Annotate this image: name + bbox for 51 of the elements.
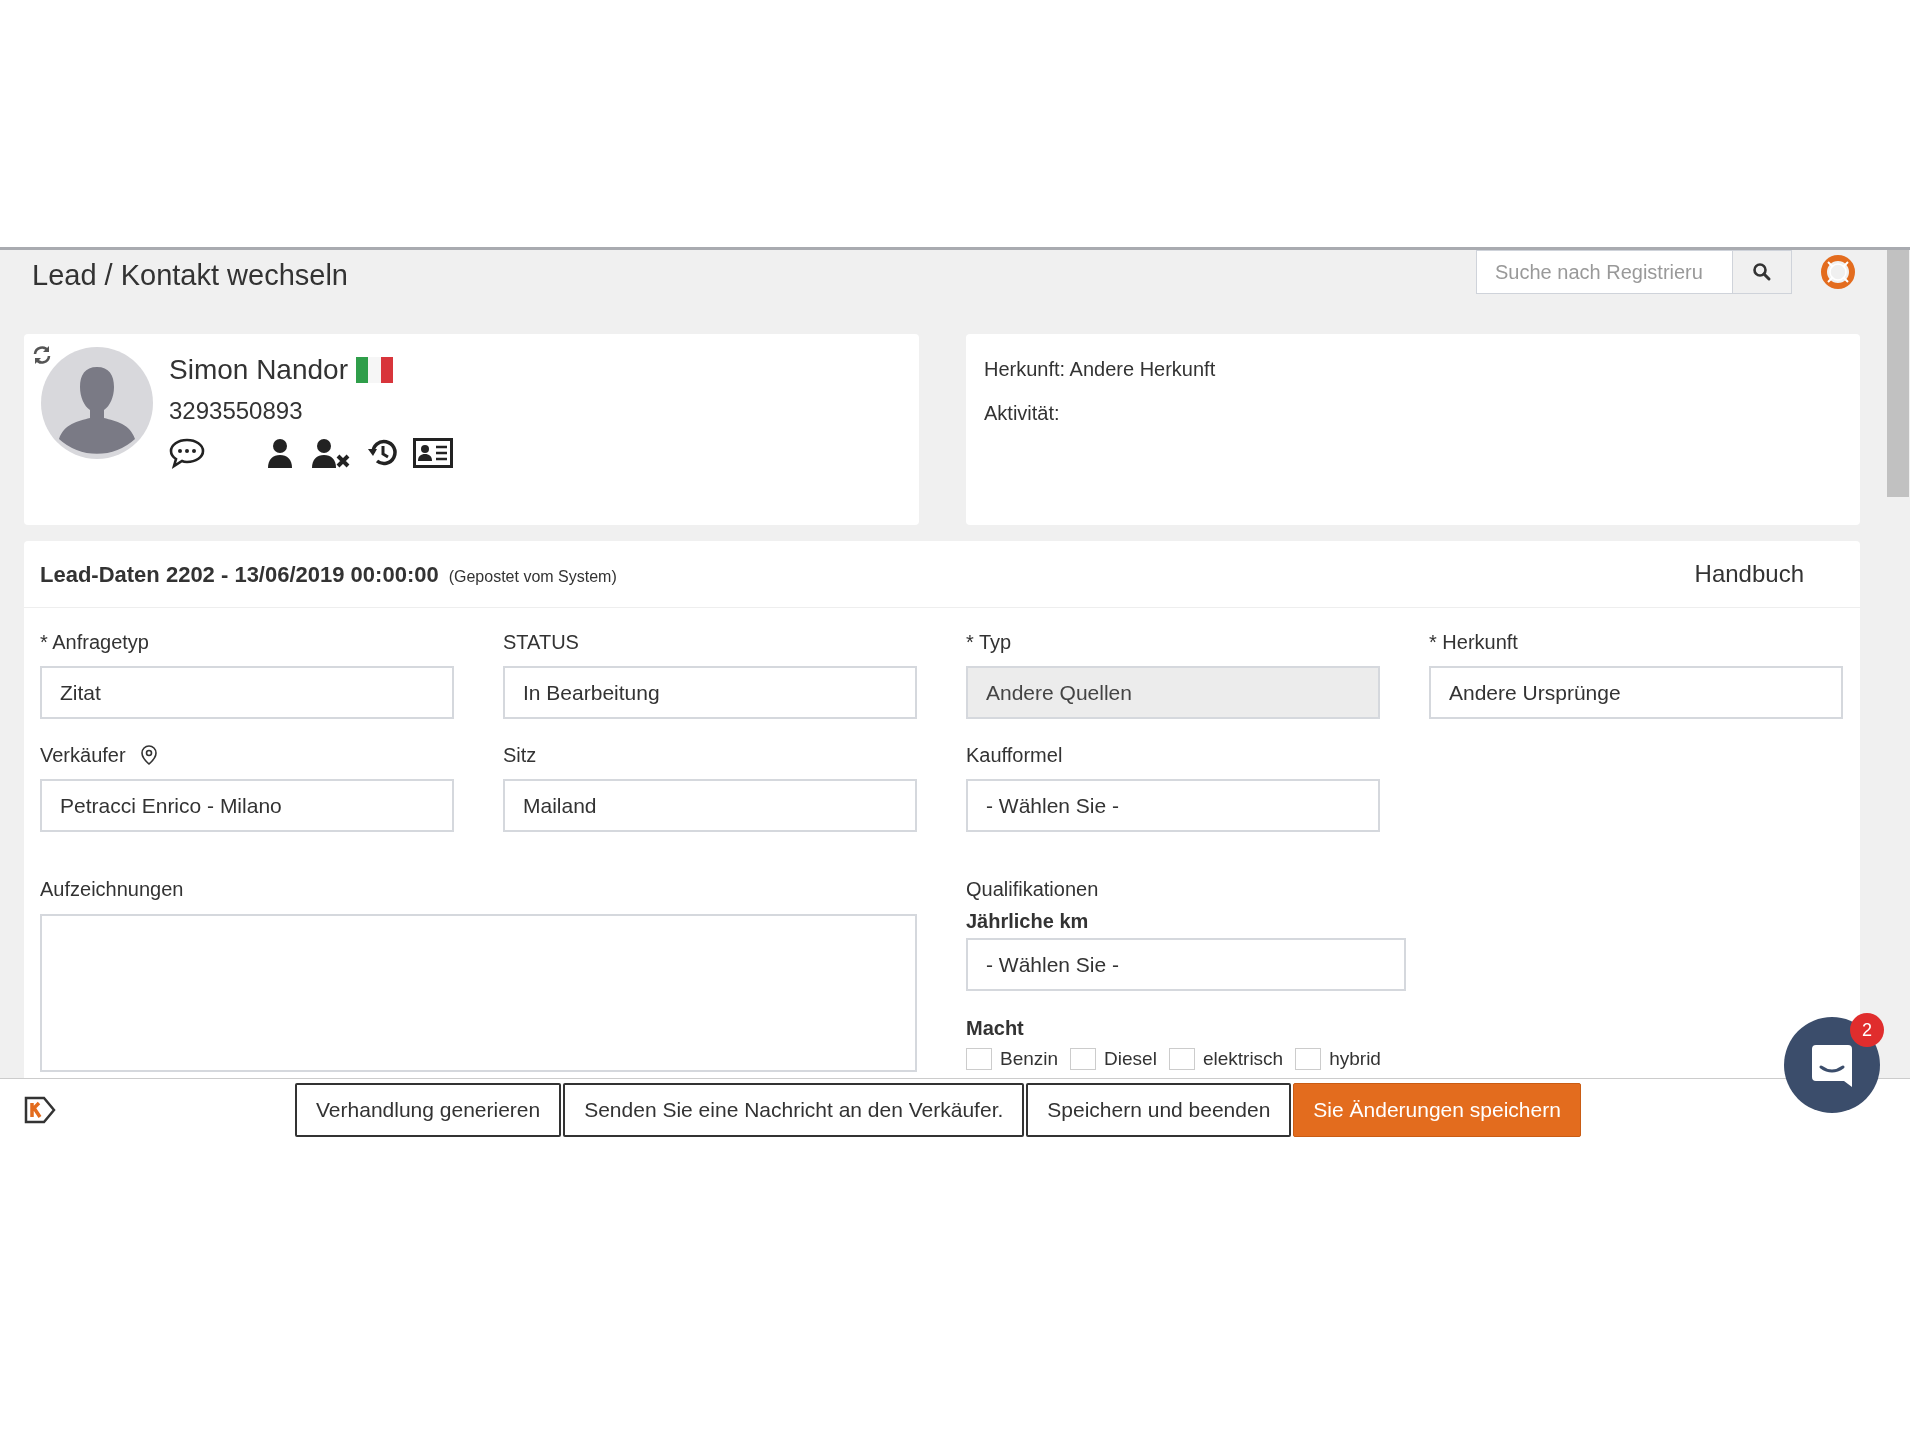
input-field[interactable]: Mailand	[503, 779, 917, 832]
footer-button[interactable]: Senden Sie eine Nachricht an den Verkäufer.	[563, 1083, 1025, 1137]
notification-badge: 2	[1850, 1013, 1884, 1047]
info-text: Herkunft: Andere Herkunft	[984, 357, 1217, 382]
section-label: Qualifikationen	[966, 877, 1100, 902]
search-button[interactable]	[1733, 250, 1792, 294]
checkbox-label: hybrid	[1329, 1047, 1381, 1071]
input-field[interactable]: In Bearbeitung	[503, 666, 917, 719]
field-label: Macht	[966, 1016, 1025, 1041]
user-icon[interactable]	[267, 438, 293, 468]
phone-number: 3293550893	[169, 396, 304, 426]
scrollbar-thumb[interactable]	[1887, 250, 1909, 497]
search-field[interactable]: Suche nach Registrieru	[1476, 250, 1733, 294]
manual-link[interactable]: Handbuch	[1694, 556, 1804, 592]
field-label: * Typ	[966, 630, 1012, 655]
field-label: Aufzeichnungen	[40, 877, 185, 902]
checkbox[interactable]	[1168, 1048, 1195, 1071]
checkbox-label: Benzin	[1000, 1047, 1059, 1071]
footer-button[interactable]: Verhandlung generieren	[295, 1083, 562, 1137]
logo-icon	[23, 1095, 57, 1125]
field-label: Jährliche km	[966, 909, 1090, 934]
checkbox-label: elektrisch	[1202, 1047, 1284, 1071]
input-field[interactable]: Andere Ursprünge	[1429, 666, 1843, 719]
input-field[interactable]: - Wählen Sie -	[966, 779, 1380, 832]
checkbox-label: Diesel	[1104, 1047, 1157, 1071]
italy-flag-icon	[356, 357, 393, 383]
footer-button[interactable]: Speichern und beenden	[1026, 1083, 1292, 1137]
lifebuoy-icon[interactable]	[1820, 254, 1856, 290]
speech-bubble-icon[interactable]	[169, 437, 205, 469]
field-label: * Herkunft	[1429, 630, 1518, 655]
field-label: Kaufformel	[966, 743, 1063, 768]
contact-name: Simon Nandor	[169, 353, 348, 387]
input-field[interactable]: Petracci Enrico - Milano	[40, 779, 454, 832]
lead-title: Lead-Daten 2202 - 13/06/2019 00:00:00	[40, 560, 439, 589]
checkbox[interactable]	[1295, 1048, 1322, 1071]
input-field[interactable]: Zitat	[40, 666, 454, 719]
page-title: Lead / Kontakt wechseln	[32, 258, 348, 293]
select-field[interactable]: - Wählen Sie -	[966, 938, 1406, 991]
checkbox[interactable]	[1070, 1048, 1097, 1071]
id-card-icon[interactable]	[413, 438, 453, 468]
search-icon	[1752, 262, 1772, 282]
checkbox[interactable]	[966, 1048, 992, 1071]
notes-field[interactable]	[40, 914, 917, 1072]
refresh-icon[interactable]	[31, 344, 53, 366]
field-label: Sitz	[503, 743, 537, 768]
location-pin-icon[interactable]	[139, 745, 158, 765]
field-label: * Anfragetyp	[40, 630, 149, 655]
lead-note: (Gepostet vom System)	[448, 566, 617, 587]
field-label: Verkäufer	[40, 743, 126, 768]
info-text: Aktivität:	[984, 401, 1061, 426]
field-label: STATUS	[503, 630, 579, 655]
